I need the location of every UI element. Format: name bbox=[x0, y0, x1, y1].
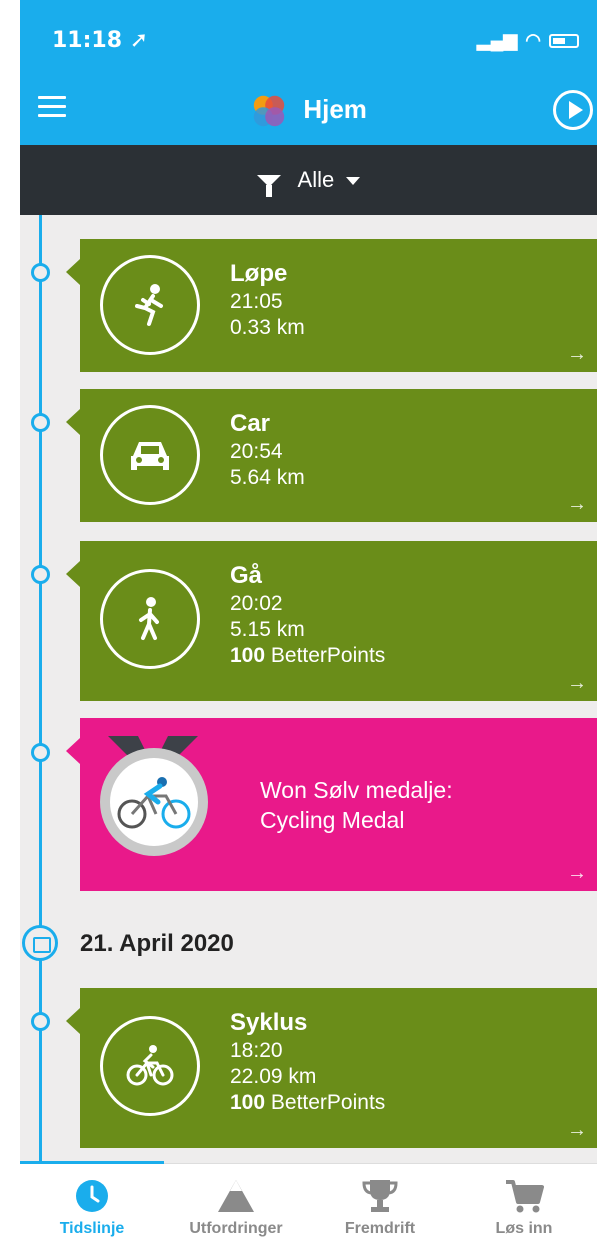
medal-line-2: Cycling Medal bbox=[260, 807, 405, 833]
page-title-text: Hjem bbox=[303, 93, 367, 124]
points-value: 100 bbox=[230, 1091, 266, 1114]
mountain-icon bbox=[218, 1180, 254, 1212]
medal-line-1: Won Sølv medalje: bbox=[260, 777, 453, 803]
activity-distance: 0.33 km bbox=[230, 316, 305, 339]
activity-points: 100 BetterPoints bbox=[230, 1090, 385, 1116]
walking-icon bbox=[100, 569, 200, 669]
timeline-dot bbox=[31, 1012, 50, 1031]
date-label: 21. April 2020 bbox=[80, 930, 234, 957]
filter-label: Alle bbox=[297, 167, 335, 192]
activity-card-walk[interactable]: Gå 20:02 5.15 km 100 BetterPoints → bbox=[66, 541, 597, 701]
points-label: BetterPoints bbox=[270, 644, 386, 667]
activity-title: Gå bbox=[230, 562, 263, 589]
activity-distance: 5.15 km bbox=[230, 618, 305, 641]
status-icons: ▂▄▆ ◠ bbox=[477, 30, 579, 51]
points-value: 100 bbox=[230, 644, 266, 667]
signal-icon: ▂▄▆ bbox=[476, 30, 518, 50]
trophy-icon bbox=[362, 1180, 398, 1212]
activity-time: 20:02 bbox=[230, 592, 283, 615]
arrow-right-icon: → bbox=[567, 862, 587, 884]
arrow-right-icon: → bbox=[567, 343, 587, 365]
timeline-dot bbox=[31, 565, 50, 584]
bicycle-icon bbox=[100, 1016, 200, 1116]
activity-time: 18:20 bbox=[230, 1039, 283, 1062]
calendar-icon bbox=[22, 925, 58, 961]
activity-time: 21:05 bbox=[230, 290, 283, 313]
arrow-right-icon: → bbox=[567, 672, 587, 694]
tab-fremdrift[interactable]: Fremdrift bbox=[308, 1164, 452, 1256]
play-icon[interactable] bbox=[553, 90, 593, 130]
timeline-dot bbox=[31, 413, 50, 432]
medal-card[interactable]: Won Sølv medalje: Cycling Medal → bbox=[66, 718, 597, 891]
activity-distance: 5.64 km bbox=[230, 466, 305, 489]
activity-distance: 22.09 km bbox=[230, 1065, 317, 1088]
activity-title: Løpe bbox=[230, 260, 288, 287]
activity-details: Løpe 21:05 0.33 km bbox=[230, 259, 305, 341]
chevron-down-icon bbox=[346, 177, 361, 186]
activity-card-cycle[interactable]: Syklus 18:20 22.09 km 100 BetterPoints → bbox=[66, 988, 597, 1148]
points-label: BetterPoints bbox=[270, 1091, 386, 1114]
running-icon bbox=[100, 255, 200, 355]
clock-icon bbox=[76, 1180, 108, 1212]
timeline-dot bbox=[31, 263, 50, 282]
activity-points: 100 BetterPoints bbox=[230, 643, 385, 669]
activity-details: Car 20:54 5.64 km bbox=[230, 409, 305, 491]
wifi-icon: ◠ bbox=[525, 30, 541, 50]
activity-time: 20:54 bbox=[230, 440, 283, 463]
tab-label: Utfordringer bbox=[189, 1220, 283, 1237]
activity-title: Car bbox=[230, 410, 271, 437]
medal-description: Won Sølv medalje: Cycling Medal bbox=[260, 775, 453, 835]
app-logo-icon bbox=[253, 95, 285, 127]
activity-card-car[interactable]: Car 20:54 5.64 km → bbox=[66, 389, 597, 522]
tab-bar: Tidslinje Utfordringer Fremdrift Løs inn bbox=[20, 1161, 597, 1256]
timeline-list[interactable]: Løpe 21:05 0.33 km → Car 20:54 5.64 km → bbox=[20, 215, 597, 1163]
filter-funnel-icon bbox=[256, 175, 281, 198]
filter-dropdown[interactable]: Alle bbox=[20, 145, 597, 215]
activity-details: Gå 20:02 5.15 km 100 BetterPoints bbox=[230, 561, 385, 669]
car-icon bbox=[100, 405, 200, 505]
tab-label: Tidslinje bbox=[59, 1220, 125, 1237]
tab-tidslinje[interactable]: Tidslinje bbox=[20, 1161, 164, 1256]
tab-utfordringer[interactable]: Utfordringer bbox=[164, 1164, 308, 1256]
status-time: 11:18 ➚ bbox=[52, 28, 149, 53]
tab-active-indicator bbox=[20, 1161, 164, 1164]
activity-card-run[interactable]: Løpe 21:05 0.33 km → bbox=[66, 239, 597, 372]
page-title: Hjem bbox=[20, 92, 597, 130]
status-time-text: 11:18 bbox=[52, 28, 123, 53]
arrow-right-icon: → bbox=[567, 493, 587, 515]
arrow-right-icon: → bbox=[567, 1119, 587, 1141]
activity-details: Syklus 18:20 22.09 km 100 BetterPoints bbox=[230, 1008, 385, 1116]
app-screen: 11:18 ➚ ▂▄▆ ◠ Hjem Alle Løpe 21:05 0.33 … bbox=[0, 0, 597, 1256]
cycling-medal-icon bbox=[100, 748, 208, 856]
date-separator: 21. April 2020 bbox=[20, 923, 597, 963]
tab-label: Løs inn bbox=[495, 1220, 553, 1237]
top-bar: 11:18 ➚ ▂▄▆ ◠ Hjem bbox=[20, 0, 597, 145]
tab-los-inn[interactable]: Løs inn bbox=[452, 1164, 596, 1256]
activity-title: Syklus bbox=[230, 1009, 308, 1036]
tab-label: Fremdrift bbox=[344, 1220, 416, 1237]
timeline-dot bbox=[31, 743, 50, 762]
battery-icon bbox=[549, 33, 579, 48]
cart-icon bbox=[506, 1180, 544, 1213]
